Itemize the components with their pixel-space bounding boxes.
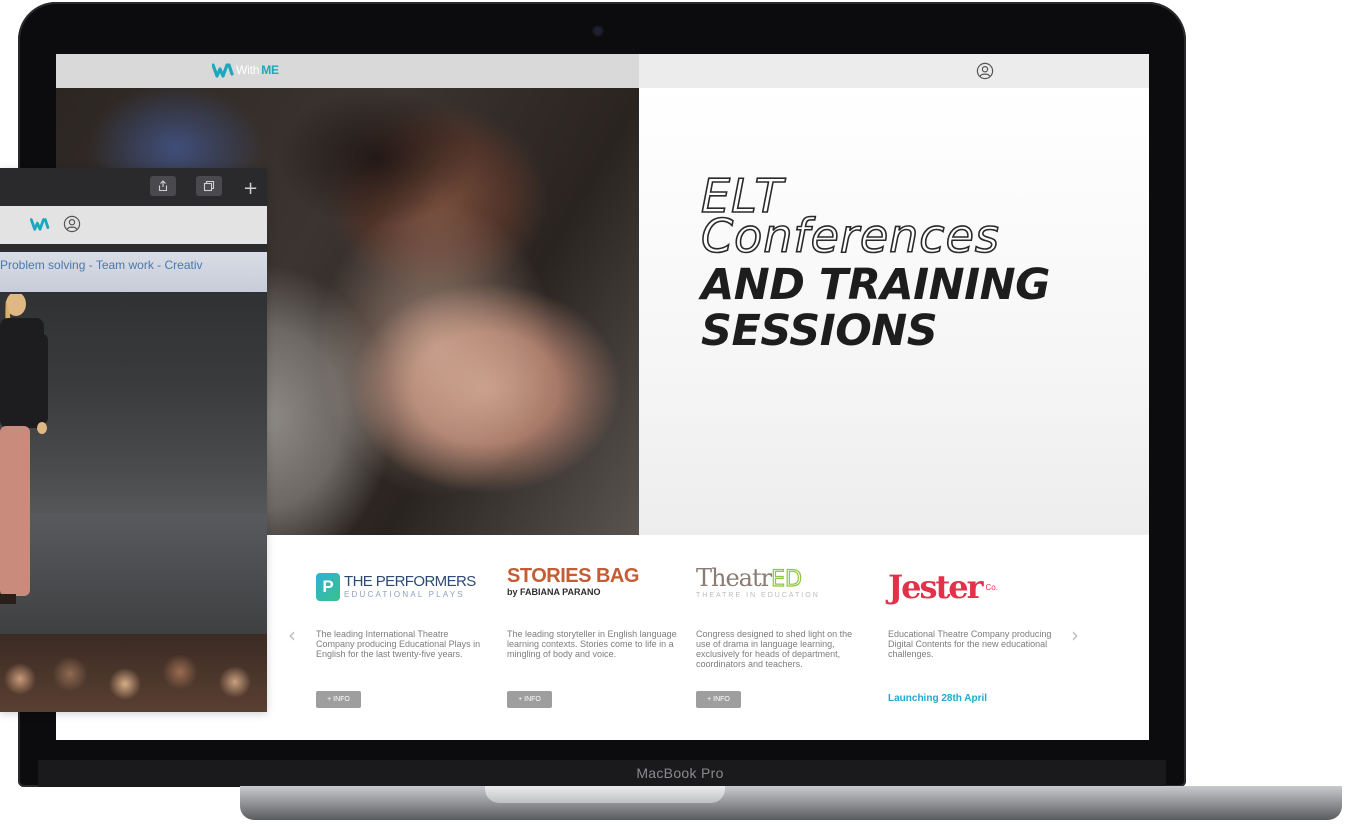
tabs-button[interactable] [196,176,222,196]
theatred-logo-title: Theatr [696,564,772,592]
performers-p-icon: P [316,573,340,601]
site-header-right [639,54,1149,88]
stories-bag-info-button[interactable]: + INFO [507,691,552,708]
presenter-figure [0,294,48,604]
laptop-base-notch [485,786,725,803]
composite-mockup: MacBook Pro With ME ELT Conferences AND [0,0,1360,830]
tablet-site-header [0,206,267,244]
conference-stage-photo: Problem solving - Team work - Creativ [0,244,267,712]
laptop-model-label: MacBook Pro [636,765,724,781]
stories-bag-logo-title: STORIES BAG [507,565,639,587]
theatred-logo-accent: ED [770,566,802,592]
stories-bag-logo[interactable]: STORIES BAG by FABIANA PARANO [507,565,677,609]
laptop-camera [594,27,602,35]
site-header [56,54,639,88]
hero-title-line-2: Conferences [700,209,1000,263]
share-icon [158,180,168,192]
hero-title-line-3: AND TRAINING [701,260,1050,310]
performers-logo-title: THE PERFORMERS [344,573,476,590]
performers-description: The leading International Theatre Compan… [316,629,481,659]
partner-card-stories-bag: STORIES BAG by FABIANA PARANO The leadin… [507,565,677,708]
jester-logo-title: Jester [888,568,984,606]
browser-toolbar: + [0,168,267,206]
jester-logo[interactable]: Jester Co. [888,565,1058,609]
withme-logo-icon[interactable] [30,217,50,231]
logo-text-with: With [236,63,260,77]
share-button[interactable] [150,176,176,196]
laptop-base [240,786,1342,820]
theatred-logo[interactable]: TheatrED THEATRE IN EDUCATION [696,565,866,609]
jester-logo-accent: Co. [985,582,998,592]
hero-title: ELT Conferences AND TRAINING SESSIONS [700,172,1121,356]
jester-launch-date: Launching 28th April [888,693,988,704]
tabs-icon [203,180,215,192]
stage-banner-text: Problem solving - Team work - Creativ [0,258,203,272]
stories-bag-logo-sub: by FABIANA PARANO [507,587,601,597]
theatred-logo-sub: THEATRE IN EDUCATION [696,592,820,599]
new-tab-button[interactable]: + [243,178,258,199]
jester-description: Educational Theatre Company producing Di… [888,629,1052,659]
partner-card-performers: P THE PERFORMERS EDUCATIONAL PLAYS The l… [316,565,486,708]
performers-logo-sub: EDUCATIONAL PLAYS [344,590,465,599]
performers-logo[interactable]: P THE PERFORMERS EDUCATIONAL PLAYS [316,565,486,609]
user-account-icon[interactable] [976,62,994,80]
site-logo[interactable]: With ME [212,62,279,78]
chevron-right-icon[interactable]: › [1071,623,1079,647]
partner-card-theatred: TheatrED THEATRE IN EDUCATION Congress d… [696,565,866,708]
theatred-description: Congress designed to shed light on the u… [696,629,853,669]
stories-bag-description: The leading storyteller in English langu… [507,629,677,659]
chevron-left-icon[interactable]: ‹ [288,623,296,647]
logo-text-me: ME [261,63,279,77]
hero-title-line-4: SESSIONS [701,306,938,356]
theatred-info-button[interactable]: + INFO [696,691,741,708]
stage-banner: Problem solving - Team work - Creativ [0,252,267,292]
partner-card-jester: Jester Co. Educational Theatre Company p… [888,565,1058,704]
audience [0,634,267,712]
withme-logo-icon [212,63,234,78]
performers-info-button[interactable]: + INFO [316,691,361,708]
tablet-mockup: + Problem solving - Team work - Creativ [0,168,267,712]
user-account-icon[interactable] [63,215,81,233]
